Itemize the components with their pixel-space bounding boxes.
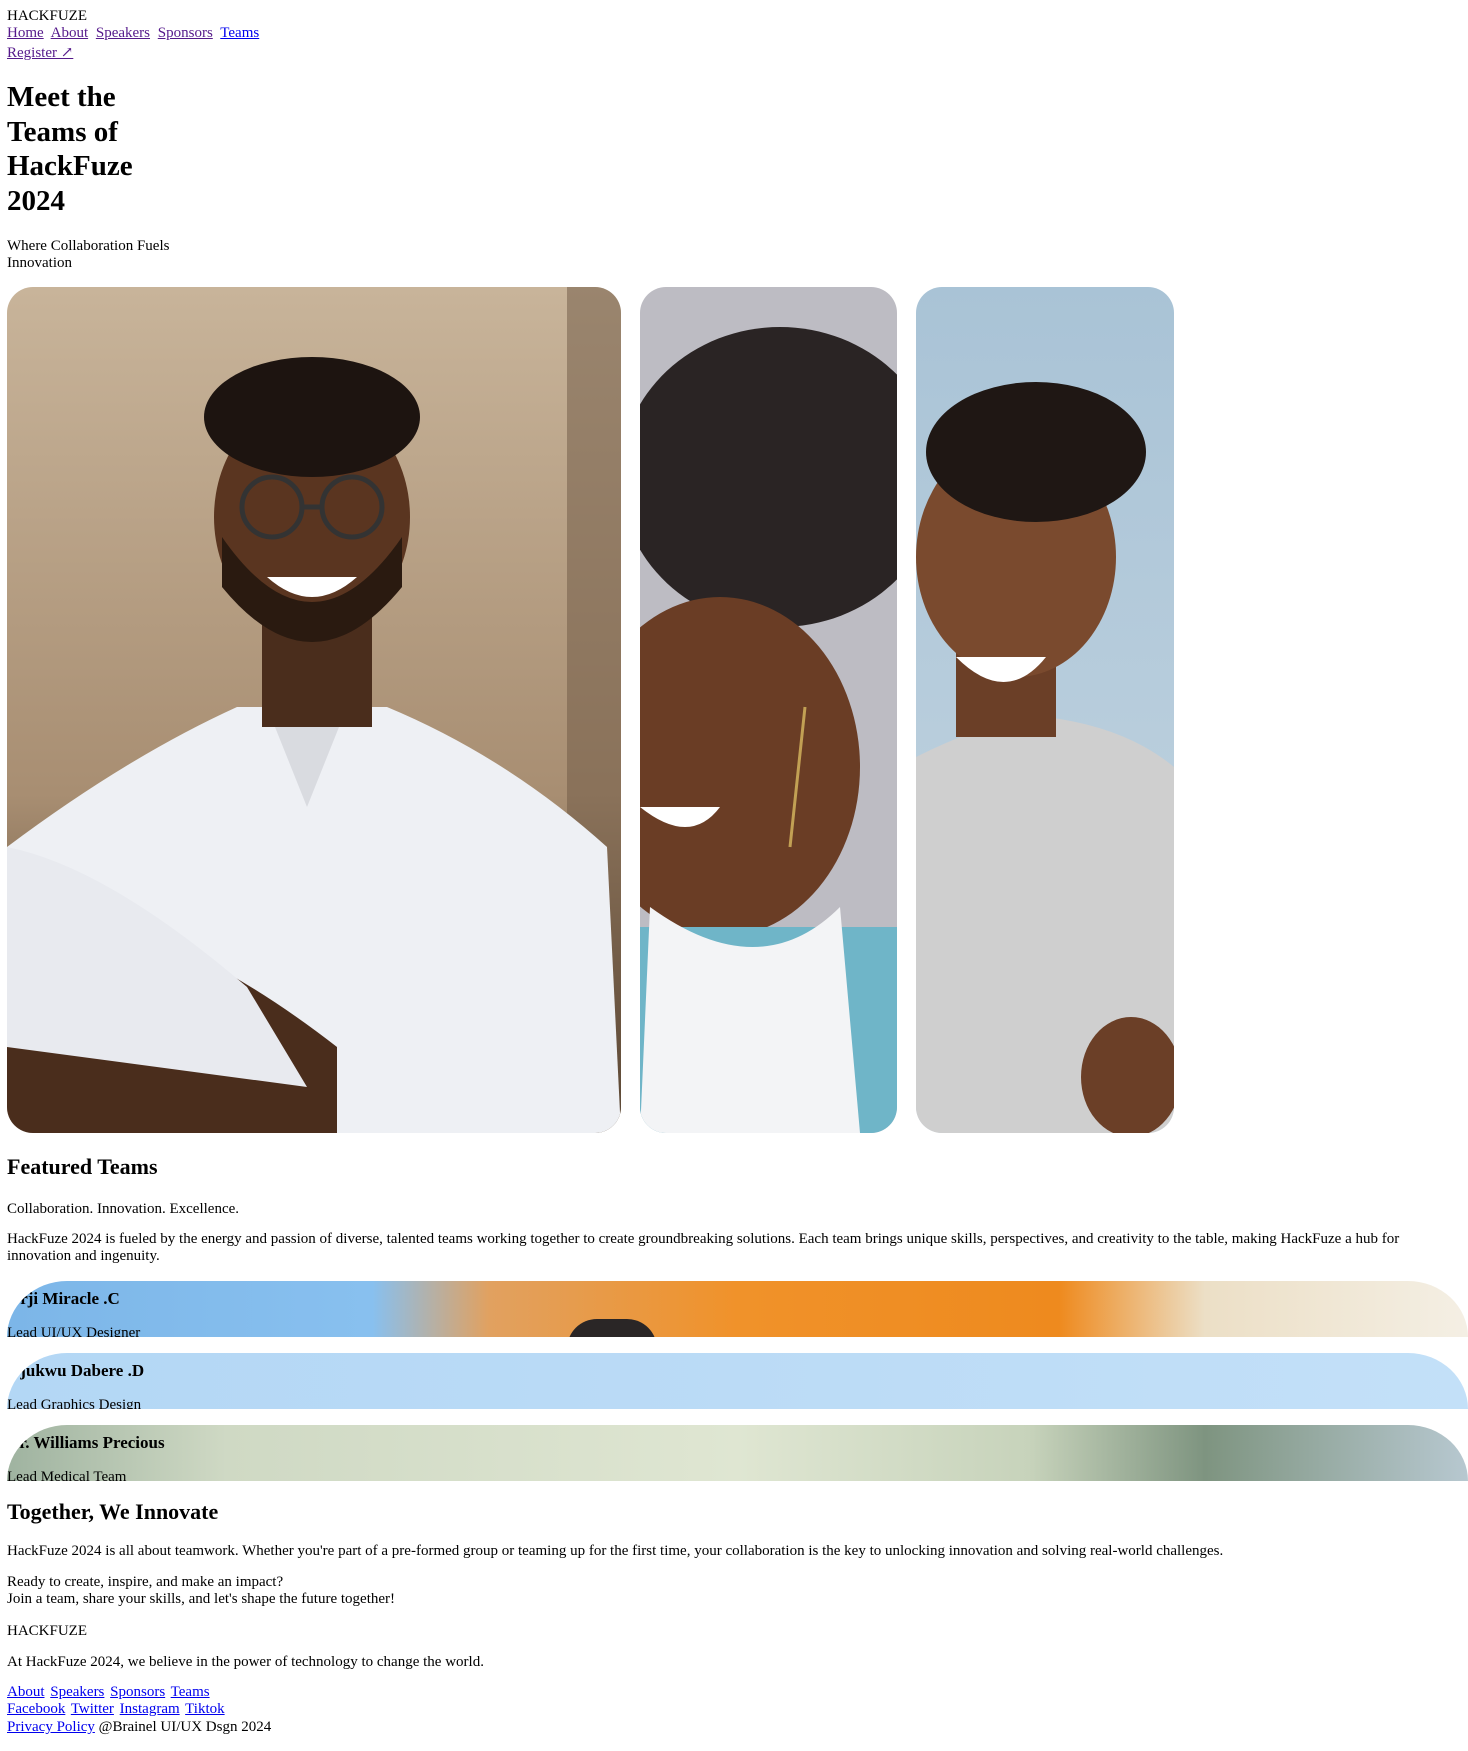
cta-line-1: Ready to create, inspire, and make an im… bbox=[7, 1574, 284, 1590]
member-role: Lead UI/UX Designer bbox=[7, 1325, 141, 1337]
featured-teams-title: Featured Teams bbox=[7, 1154, 158, 1179]
footer-about: At HackFuze 2024, we believe in the powe… bbox=[7, 1654, 484, 1670]
member-name: Ojukwu Dabere .D bbox=[7, 1361, 145, 1380]
footer-brand: HACKFUZE bbox=[7, 1623, 88, 1639]
team-member-card[interactable]: Dr. Williams Precious Lead Medical Team bbox=[7, 1425, 1468, 1481]
nav-teams-link[interactable]: Teams bbox=[220, 25, 259, 41]
footer-social: Facebook Twitter Instagram Tiktok bbox=[7, 1701, 227, 1718]
hero-subtitle: Where Collaboration Fuels Innovation bbox=[7, 238, 170, 271]
team-member-photo bbox=[7, 1281, 1468, 1337]
main-nav: Home About Speakers Sponsors Teams bbox=[7, 24, 263, 42]
member-name: Orji Miracle .C bbox=[7, 1289, 120, 1308]
footer-links: About Speakers Sponsors Teams bbox=[7, 1684, 212, 1701]
twitter-link[interactable]: Twitter bbox=[71, 1701, 114, 1717]
facebook-link[interactable]: Facebook bbox=[7, 1701, 65, 1717]
nav-about-link[interactable]: About bbox=[51, 25, 89, 41]
nav-sponsors-link[interactable]: Sponsors bbox=[158, 25, 213, 41]
footer-sponsors-link[interactable]: Sponsors bbox=[110, 1684, 165, 1700]
footer-teams-link[interactable]: Teams bbox=[171, 1684, 210, 1700]
instagram-link[interactable]: Instagram bbox=[120, 1701, 180, 1717]
footer-credit: @Brainel UI/UX Dsgn 2024 bbox=[98, 1719, 272, 1735]
team-member-photo bbox=[7, 1425, 1468, 1481]
member-role: Lead Medical Team bbox=[7, 1469, 127, 1481]
team-member-card[interactable]: Ojukwu Dabere .D Lead Graphics Design bbox=[7, 1353, 1468, 1409]
team-member-photo bbox=[7, 1353, 1468, 1409]
footer-about-link[interactable]: About bbox=[7, 1684, 45, 1700]
nav-speakers-link[interactable]: Speakers bbox=[96, 25, 150, 41]
team-photo-woman-smiling bbox=[640, 287, 897, 1133]
featured-tagline: Collaboration. Innovation. Excellence. bbox=[7, 1201, 240, 1217]
register-link[interactable]: Register ↗ bbox=[7, 44, 73, 62]
together-title: Together, We Innovate bbox=[7, 1499, 219, 1524]
hero-title: Meet the Teams of HackFuze 2024 bbox=[7, 81, 133, 217]
team-photo-man-hoodie bbox=[916, 287, 1174, 1133]
featured-description: HackFuze 2024 is fueled by the energy an… bbox=[7, 1231, 1400, 1264]
member-role: Lead Graphics Design bbox=[7, 1397, 142, 1409]
member-name: Dr. Williams Precious bbox=[7, 1433, 165, 1452]
footer-speakers-link[interactable]: Speakers bbox=[50, 1684, 104, 1700]
nav-home-link[interactable]: Home bbox=[7, 25, 44, 41]
together-description: HackFuze 2024 is all about teamwork. Whe… bbox=[7, 1543, 1224, 1559]
team-photo-man-glasses bbox=[7, 287, 621, 1133]
privacy-policy-link[interactable]: Privacy Policy bbox=[7, 1719, 95, 1735]
tiktok-link[interactable]: Tiktok bbox=[185, 1701, 224, 1717]
footer-legal: Privacy Policy @Brainel UI/UX Dsgn 2024 bbox=[7, 1719, 271, 1736]
cta-line-2: Join a team, share your skills, and let'… bbox=[7, 1591, 396, 1607]
site-brand: HACKFUZE bbox=[7, 8, 88, 24]
team-member-card[interactable]: Orji Miracle .C Lead UI/UX Designer bbox=[7, 1281, 1468, 1337]
